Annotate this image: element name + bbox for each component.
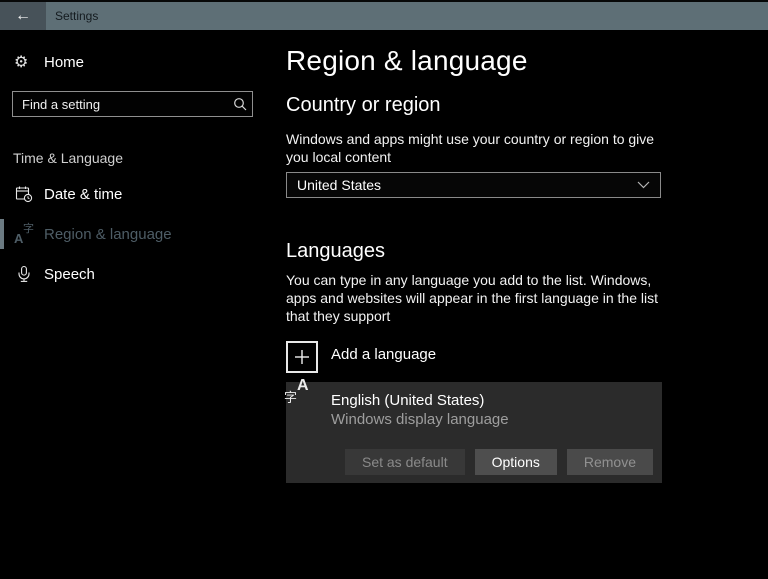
add-language-button[interactable]: Add a language (286, 341, 706, 373)
country-region-description: Windows and apps might use your country … (286, 130, 678, 166)
sidebar-item-speech[interactable]: Speech (0, 254, 270, 294)
sidebar-section-header: Time & Language (13, 150, 270, 166)
languages-description: You can type in any language you add to … (286, 271, 678, 325)
app-title: Settings (55, 2, 98, 30)
sidebar-item-region-language[interactable]: A 字 Region & language (0, 214, 270, 254)
calendar-clock-icon (14, 185, 34, 203)
search-input[interactable] (13, 97, 228, 112)
settings-window: ← Settings ⚙ Home Time & Language (0, 0, 768, 579)
gear-icon: ⚙ (14, 54, 34, 70)
title-bar: ← Settings (0, 0, 768, 30)
language-name: English (United States) (331, 392, 484, 409)
sidebar-nav: Date & time A 字 Region & language (0, 174, 270, 294)
sidebar-item-home[interactable]: ⚙ Home (14, 51, 270, 73)
add-language-label: Add a language (331, 346, 436, 373)
languages-heading: Languages (286, 239, 706, 263)
language-icon: A 字 (14, 224, 34, 244)
page-title: Region & language (286, 44, 706, 78)
sidebar-item-date-time[interactable]: Date & time (0, 174, 270, 214)
microphone-icon (14, 265, 34, 283)
nav-label-date-time: Date & time (44, 186, 122, 203)
nav-label-speech: Speech (44, 266, 95, 283)
options-button[interactable]: Options (475, 449, 557, 475)
plus-icon (286, 341, 318, 373)
back-arrow-icon: ← (15, 7, 31, 25)
nav-label-region-language: Region & language (44, 226, 172, 243)
search-icon[interactable] (228, 97, 252, 111)
back-button[interactable]: ← (0, 2, 46, 30)
chevron-down-icon (637, 181, 650, 189)
search-box[interactable] (12, 91, 253, 117)
main-content: Region & language Country or region Wind… (286, 30, 706, 483)
country-region-dropdown[interactable]: United States (286, 172, 661, 198)
language-item-buttons: Set as default Options Remove (345, 449, 653, 475)
dropdown-selected-value: United States (297, 177, 637, 193)
country-region-heading: Country or region (286, 93, 706, 117)
sidebar: ⚙ Home Time & Language (0, 30, 270, 579)
language-subtitle: Windows display language (331, 411, 509, 428)
selected-indicator (0, 219, 4, 249)
language-list-item[interactable]: A 字 English (United States) Windows disp… (286, 382, 662, 483)
set-as-default-button[interactable]: Set as default (345, 449, 465, 475)
remove-button[interactable]: Remove (567, 449, 653, 475)
home-label: Home (44, 54, 84, 71)
